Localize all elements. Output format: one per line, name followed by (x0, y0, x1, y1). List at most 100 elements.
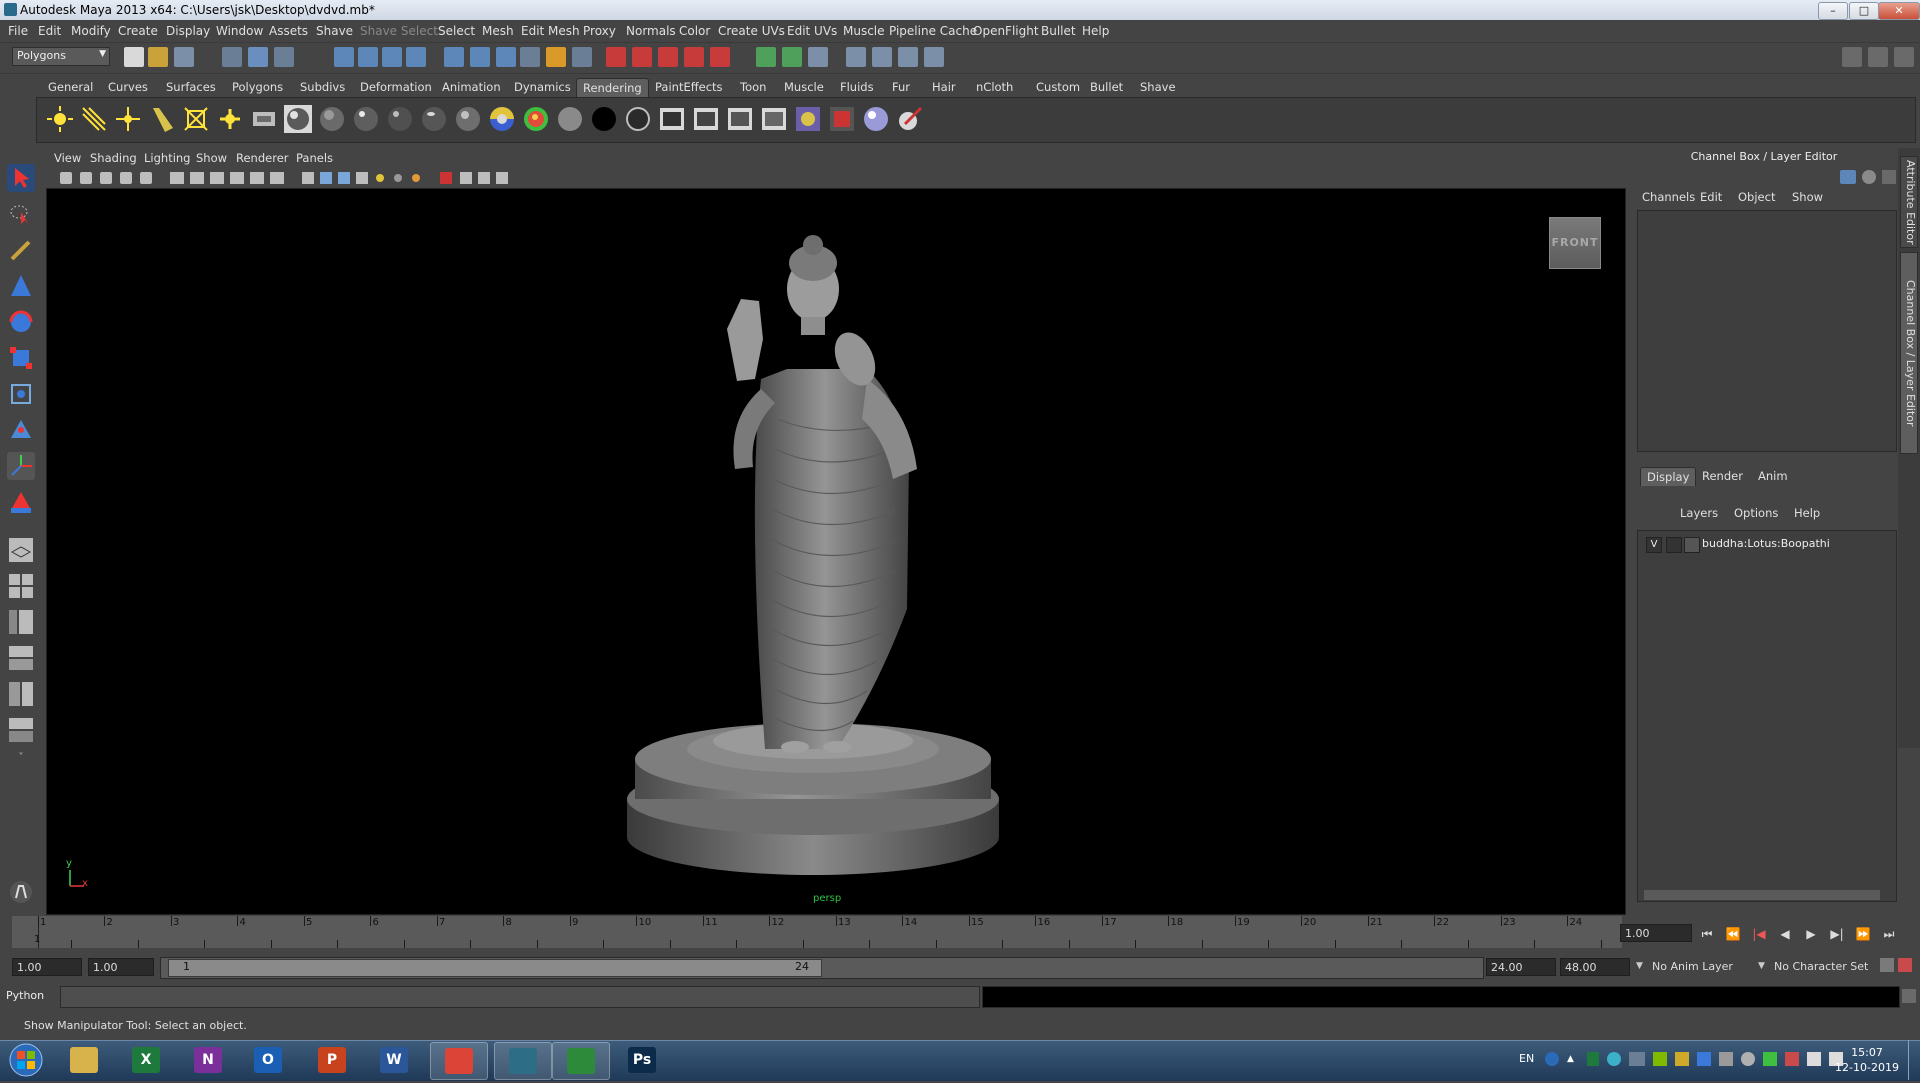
soft-select-icon[interactable] (710, 47, 730, 67)
step-forward-key-icon[interactable]: ⏩ (1854, 925, 1872, 943)
menu-select[interactable]: Select (438, 24, 475, 38)
menu-edit-uvs[interactable]: Edit UVs (787, 24, 837, 38)
lasso-tool-icon[interactable] (7, 200, 35, 228)
layered-shader-icon[interactable] (453, 104, 483, 134)
menu-help[interactable]: Help (1082, 24, 1109, 38)
minimize-button[interactable]: – (1818, 2, 1848, 20)
help-tray-icon[interactable] (1545, 1052, 1559, 1066)
layer-menu-help[interactable]: Help (1794, 506, 1820, 520)
area-light-icon[interactable] (181, 104, 211, 134)
spot-light-icon[interactable] (147, 104, 177, 134)
command-input[interactable] (60, 986, 980, 1008)
selection-mask-icon[interactable] (606, 47, 626, 67)
camera-rig-icon[interactable] (249, 104, 279, 134)
layer-visibility-toggle[interactable]: V (1646, 537, 1662, 553)
phonge-sphere-icon[interactable] (385, 104, 415, 134)
rotate-tool-icon[interactable] (7, 308, 35, 336)
layer-tab-display[interactable]: Display (1640, 467, 1697, 486)
select-object-icon[interactable] (248, 47, 268, 67)
menu-edit[interactable]: Edit (38, 24, 61, 38)
menu-edit-mesh[interactable]: Edit Mesh (521, 24, 580, 38)
channel-menu-show[interactable]: Show (1792, 190, 1823, 204)
step-back-key-icon[interactable]: ⏪ (1724, 925, 1742, 943)
menu-openflight[interactable]: OpenFlight (973, 24, 1039, 38)
start-button[interactable] (4, 1040, 48, 1080)
playback-start-field[interactable]: 1.00 (88, 958, 154, 976)
select-tool-icon[interactable] (7, 164, 35, 192)
select-highlight-icon[interactable] (658, 47, 678, 67)
taskbar-powerpoint-button[interactable]: P (304, 1042, 360, 1078)
layer-horizontal-scrollbar[interactable] (1644, 890, 1880, 900)
headset-tray-icon[interactable] (1741, 1052, 1755, 1066)
persp-trax-layout-icon[interactable] (7, 716, 35, 744)
script-editor-button-icon[interactable] (1902, 989, 1916, 1003)
layer-row[interactable]: V buddha:Lotus:Boopathi (1640, 535, 1892, 553)
shelf-tab-ncloth[interactable]: nCloth (970, 78, 1019, 96)
shelf-tab-muscle[interactable]: Muscle (778, 78, 830, 96)
shading-map-icon[interactable] (623, 104, 653, 134)
viewport-menu-panels[interactable]: Panels (296, 151, 333, 165)
auto-key-icon[interactable] (1880, 958, 1894, 972)
shelf-tab-rendering[interactable]: Rendering (576, 78, 649, 97)
new-scene-icon[interactable] (124, 47, 144, 67)
single-perspective-layout-icon[interactable] (7, 536, 35, 564)
channel-box-tab[interactable]: Channel Box / Layer Editor (1900, 252, 1918, 454)
layer-list[interactable] (1637, 530, 1897, 902)
hypershade-persp-layout-icon[interactable] (7, 680, 35, 708)
viewport-menu-shading[interactable]: Shading (90, 151, 137, 165)
channel-menu-object[interactable]: Object (1738, 190, 1775, 204)
current-time-field[interactable]: 1.00 (1620, 924, 1692, 942)
drive-tray-icon[interactable] (1675, 1052, 1689, 1066)
buddha-statue-model[interactable] (47, 189, 1625, 914)
command-language-label[interactable]: Python (6, 988, 58, 1004)
shelf-tab-general[interactable]: General (42, 78, 99, 96)
ramp-shader-icon[interactable] (487, 104, 517, 134)
snap-plane-icon[interactable] (406, 47, 426, 67)
material-ball-icon[interactable] (861, 104, 891, 134)
ipr-render-icon[interactable] (496, 47, 516, 67)
taskbar-explorer-button[interactable] (56, 1042, 112, 1078)
shelf-tab-bullet[interactable]: Bullet (1084, 78, 1129, 96)
trax-editor-icon[interactable] (924, 47, 944, 67)
batch-render-icon[interactable] (827, 104, 857, 134)
shelf-tab-surfaces[interactable]: Surfaces (160, 78, 222, 96)
menu-create-uvs[interactable]: Create UVs (718, 24, 785, 38)
channel-speed-icon[interactable] (1862, 170, 1876, 184)
character-set-dropdown[interactable]: No Character Set (1774, 960, 1868, 973)
shelf-tab-hair[interactable]: Hair (926, 78, 962, 96)
start-time-field[interactable]: 1.00 (12, 958, 82, 976)
playback-end-field[interactable]: 24.00 (1486, 958, 1556, 976)
menu-mesh[interactable]: Mesh (482, 24, 514, 38)
lambert-sphere-icon[interactable] (317, 104, 347, 134)
layer-menu-layers[interactable]: Layers (1680, 506, 1718, 520)
open-scene-icon[interactable] (148, 47, 168, 67)
menu-window[interactable]: Window (216, 24, 263, 38)
menu-assets[interactable]: Assets (269, 24, 308, 38)
view-cube[interactable]: FRONT (1549, 217, 1601, 269)
attribute-editor-tab[interactable]: Attribute Editor (1900, 156, 1918, 248)
taskbar-outlook-button[interactable]: O (240, 1042, 296, 1078)
flag-tray-icon[interactable] (1785, 1052, 1799, 1066)
shelf-tab-subdivs[interactable]: Subdivs (294, 78, 351, 96)
go-to-end-icon[interactable]: ⏭ (1880, 925, 1898, 943)
taskbar-onenote-button[interactable]: N (180, 1042, 236, 1078)
layer-menu-options[interactable]: Options (1734, 506, 1778, 520)
shelf-tab-painteffects[interactable]: PaintEffects (649, 78, 729, 96)
nvidia-tray-icon[interactable] (1653, 1052, 1667, 1066)
viewport-menu-renderer[interactable]: Renderer (236, 151, 289, 165)
menu-set-dropdown[interactable]: Polygons ▼ (12, 47, 110, 66)
show-desktop-button[interactable] (1908, 1040, 1920, 1080)
channel-menu-edit[interactable]: Edit (1700, 190, 1722, 204)
ipr-render-shelf-icon[interactable] (691, 104, 721, 134)
persp-outliner-layout-icon[interactable] (7, 608, 35, 636)
mudbox-icon[interactable] (7, 878, 35, 906)
last-tool-icon[interactable] (7, 488, 35, 516)
update-tray-icon[interactable] (1763, 1052, 1777, 1066)
more-layouts-icon[interactable]: ˅ (7, 752, 35, 766)
outliner-icon[interactable] (846, 47, 866, 67)
shelf-tab-dynamics[interactable]: Dynamics (508, 78, 577, 96)
layer-playback-toggle[interactable] (1666, 537, 1682, 553)
toggle-channel-box-icon[interactable] (1894, 47, 1914, 67)
taskbar-excel-button[interactable]: X (118, 1042, 174, 1078)
universal-manipulator-icon[interactable] (7, 380, 35, 408)
